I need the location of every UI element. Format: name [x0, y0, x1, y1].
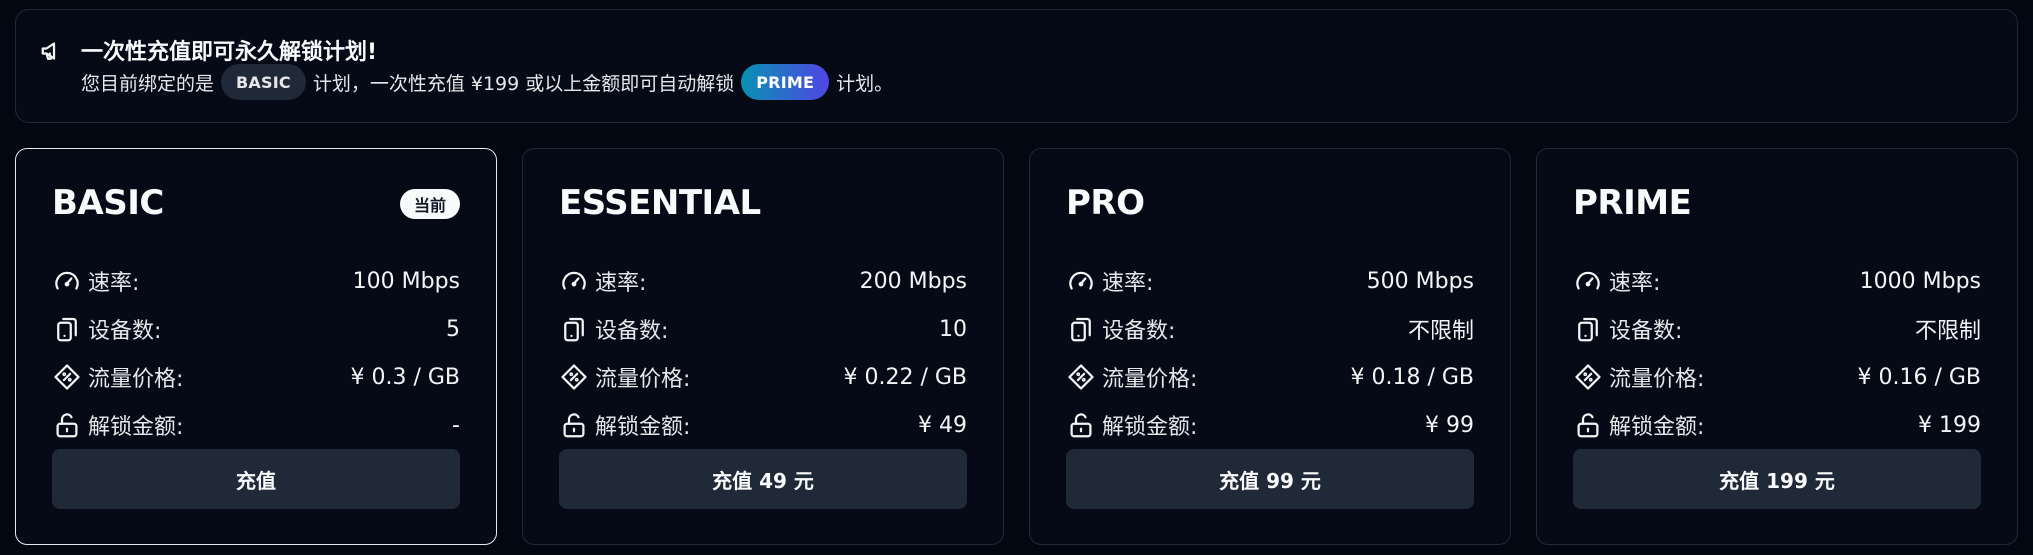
device-icon	[1573, 314, 1603, 344]
device-icon	[559, 314, 589, 344]
unlock-amount-label: 解锁金额:	[595, 415, 691, 440]
plan-name: PRO	[1066, 183, 1145, 223]
unlock-notice-banner: 一次性充值即可永久解锁计划! 您目前绑定的是 BASIC 计划，一次性充值 ¥1…	[15, 9, 2018, 123]
recharge-button-prime[interactable]: 充值 199 元	[1573, 449, 1981, 509]
devices-label: 设备数:	[88, 319, 162, 344]
traffic-price-label: 流量价格:	[1609, 367, 1705, 392]
devices-value: 不限制	[1914, 319, 1981, 344]
unlock-amount-value: -	[452, 412, 460, 438]
speed-value: 1000 Mbps	[1859, 268, 1981, 294]
megaphone-icon	[39, 36, 69, 66]
notice-description: 您目前绑定的是 BASIC 计划，一次性充值 ¥199 或以上金额即可自动解锁 …	[81, 62, 893, 102]
devices-row: 设备数: 5	[52, 305, 460, 353]
speed-row: 速率: 500 Mbps	[1066, 257, 1474, 305]
speed-value: 500 Mbps	[1366, 268, 1474, 294]
speed-row: 速率: 200 Mbps	[559, 257, 967, 305]
unlock-icon	[1066, 410, 1096, 440]
device-icon	[1066, 314, 1096, 344]
recharge-button-pro[interactable]: 充值 99 元	[1066, 449, 1474, 509]
unlock-amount-row: 解锁金额: ¥ 199	[1573, 401, 1981, 449]
traffic-price-row: 流量价格: ¥ 0.3 / GB	[52, 353, 460, 401]
price-tag-icon	[559, 362, 589, 392]
unlock-amount-value: ¥ 49	[918, 412, 967, 438]
plan-name: ESSENTIAL	[559, 183, 761, 223]
speedometer-icon	[52, 266, 82, 296]
traffic-price-row: 流量价格: ¥ 0.16 / GB	[1573, 353, 1981, 401]
unlock-icon	[52, 410, 82, 440]
traffic-price-label: 流量价格:	[1102, 367, 1198, 392]
traffic-price-value: ¥ 0.22 / GB	[843, 364, 967, 390]
devices-row: 设备数: 10	[559, 305, 967, 353]
speed-row: 速率: 1000 Mbps	[1573, 257, 1981, 305]
unlock-amount-label: 解锁金额:	[1609, 415, 1705, 440]
pricing-page: 一次性充值即可永久解锁计划! 您目前绑定的是 BASIC 计划，一次性充值 ¥1…	[0, 0, 2033, 555]
target-plan-badge: PRIME	[741, 64, 830, 100]
speed-value: 100 Mbps	[352, 268, 460, 294]
unlock-icon	[559, 410, 589, 440]
unlock-amount-row: 解锁金额: ¥ 99	[1066, 401, 1474, 449]
price-tag-icon	[1573, 362, 1603, 392]
unlock-icon	[1573, 410, 1603, 440]
devices-label: 设备数:	[1102, 319, 1176, 344]
speedometer-icon	[559, 266, 589, 296]
devices-value: 10	[939, 316, 967, 342]
plan-card-basic: BASIC 当前 速率: 100 Mbps 设备数: 5 流量价格: ¥ 0.3…	[15, 148, 497, 545]
speed-label: 速率:	[88, 271, 140, 296]
plan-card-pro: PRO 速率: 500 Mbps 设备数: 不限制 流量价格: ¥ 0.18 /…	[1029, 148, 1511, 545]
speed-value: 200 Mbps	[859, 268, 967, 294]
speed-label: 速率:	[1102, 271, 1154, 296]
notice-text-middle: 计划，一次性充值 ¥199 或以上金额即可自动解锁	[312, 72, 735, 95]
plan-card-prime: PRIME 速率: 1000 Mbps 设备数: 不限制 流量价格: ¥ 0.1…	[1536, 148, 2018, 545]
traffic-price-label: 流量价格:	[595, 367, 691, 392]
devices-value: 5	[446, 316, 460, 342]
device-icon	[52, 314, 82, 344]
plan-name: BASIC	[52, 183, 164, 223]
notice-text-prefix: 您目前绑定的是	[81, 72, 215, 95]
speedometer-icon	[1066, 266, 1096, 296]
price-tag-icon	[52, 362, 82, 392]
traffic-price-row: 流量价格: ¥ 0.22 / GB	[559, 353, 967, 401]
plan-name: PRIME	[1573, 183, 1692, 223]
price-tag-icon	[1066, 362, 1096, 392]
traffic-price-value: ¥ 0.18 / GB	[1350, 364, 1474, 390]
traffic-price-row: 流量价格: ¥ 0.18 / GB	[1066, 353, 1474, 401]
unlock-amount-label: 解锁金额:	[88, 415, 184, 440]
notice-text-suffix: 计划。	[836, 72, 894, 95]
devices-label: 设备数:	[595, 319, 669, 344]
traffic-price-value: ¥ 0.16 / GB	[1857, 364, 1981, 390]
devices-row: 设备数: 不限制	[1573, 305, 1981, 353]
speed-label: 速率:	[1609, 271, 1661, 296]
unlock-amount-row: 解锁金额: -	[52, 401, 460, 449]
unlock-amount-label: 解锁金额:	[1102, 415, 1198, 440]
recharge-button-essential[interactable]: 充值 49 元	[559, 449, 967, 509]
plan-card-essential: ESSENTIAL 速率: 200 Mbps 设备数: 10 流量价格: ¥ 0…	[522, 148, 1004, 545]
devices-label: 设备数:	[1609, 319, 1683, 344]
current-plan-badge: BASIC	[221, 64, 306, 100]
recharge-button-basic[interactable]: 充值	[52, 449, 460, 509]
speedometer-icon	[1573, 266, 1603, 296]
current-plan-badge: 当前	[399, 189, 460, 219]
speed-label: 速率:	[595, 271, 647, 296]
traffic-price-label: 流量价格:	[88, 367, 184, 392]
devices-row: 设备数: 不限制	[1066, 305, 1474, 353]
traffic-price-value: ¥ 0.3 / GB	[350, 364, 460, 390]
speed-row: 速率: 100 Mbps	[52, 257, 460, 305]
unlock-amount-row: 解锁金额: ¥ 49	[559, 401, 967, 449]
devices-value: 不限制	[1407, 319, 1474, 344]
unlock-amount-value: ¥ 99	[1425, 412, 1474, 438]
unlock-amount-value: ¥ 199	[1918, 412, 1981, 438]
